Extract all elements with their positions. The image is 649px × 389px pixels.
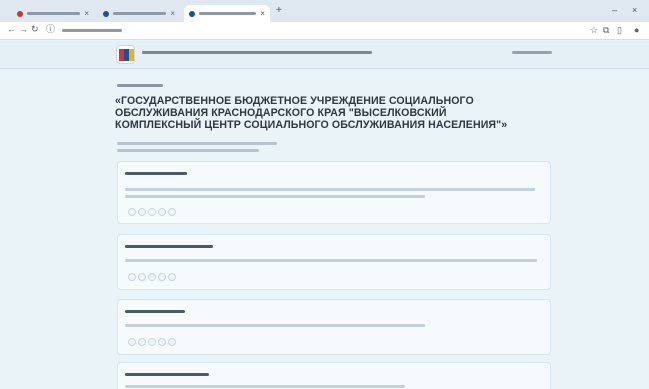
site-header [0, 41, 649, 69]
page-subtitle [117, 84, 163, 87]
header-link[interactable] [512, 51, 552, 54]
star-icon[interactable] [138, 208, 146, 216]
logo-stripe [129, 49, 134, 61]
tab-title [27, 12, 81, 15]
rating-stars[interactable] [128, 338, 176, 346]
extensions-icon[interactable]: ⧉ [603, 26, 609, 35]
url-input[interactable] [62, 29, 122, 32]
site-title [142, 51, 372, 54]
page-note [117, 149, 259, 152]
rating-stars[interactable] [128, 208, 176, 216]
page-note [117, 142, 277, 145]
criterion-description [125, 259, 537, 262]
star-icon[interactable] [148, 338, 156, 346]
back-icon[interactable]: ← [7, 25, 16, 34]
criterion-description [125, 385, 405, 388]
close-icon[interactable]: × [632, 6, 637, 15]
criterion-description-line [125, 195, 425, 198]
star-icon[interactable] [148, 273, 156, 281]
criterion-description [125, 324, 425, 327]
profile-icon[interactable]: ● [634, 26, 639, 35]
star-icon[interactable] [138, 273, 146, 281]
star-icon[interactable] [168, 338, 176, 346]
plus-icon[interactable]: + [276, 6, 282, 16]
criterion-title [125, 310, 185, 313]
tab-title [113, 12, 167, 15]
favicon-icon [189, 10, 195, 17]
criterion-card [117, 299, 551, 355]
close-tab-icon[interactable]: × [260, 9, 265, 18]
star-icon[interactable] [158, 338, 166, 346]
criterion-description [125, 188, 535, 191]
criterion-card [117, 362, 551, 389]
browser-tab[interactable]: × [12, 5, 94, 22]
rating-stars[interactable] [128, 273, 176, 281]
criterion-card [117, 161, 551, 224]
star-icon[interactable] [158, 208, 166, 216]
browser-tab-active[interactable]: × [184, 5, 270, 22]
logo[interactable] [116, 45, 135, 64]
criterion-title [125, 245, 213, 248]
criterion-title [125, 172, 187, 175]
star-icon[interactable] [148, 208, 156, 216]
criterion-card [117, 234, 551, 290]
reload-icon[interactable]: ↻ [31, 25, 39, 34]
star-icon[interactable] [168, 208, 176, 216]
star-icon[interactable] [128, 273, 136, 281]
forward-icon[interactable]: → [19, 25, 28, 34]
bookmark-icon[interactable]: ☆ [590, 26, 598, 35]
favicon-icon [103, 10, 109, 17]
star-icon[interactable] [158, 273, 166, 281]
browser-tab-strip: × × × + – × [0, 0, 649, 22]
close-tab-icon[interactable]: × [170, 9, 175, 18]
address-bar: ← → ↻ ⓘ ☆ ⧉ ▯ ● [0, 22, 649, 40]
star-icon[interactable] [168, 273, 176, 281]
sidebar-icon[interactable]: ▯ [617, 26, 622, 35]
minimize-icon[interactable]: – [612, 6, 617, 15]
star-icon[interactable] [128, 208, 136, 216]
favicon-icon [17, 10, 23, 17]
site-info-icon[interactable]: ⓘ [46, 25, 55, 34]
browser-tab[interactable]: × [98, 5, 180, 22]
close-tab-icon[interactable]: × [84, 9, 89, 18]
star-icon[interactable] [128, 338, 136, 346]
star-icon[interactable] [138, 338, 146, 346]
criterion-title [125, 373, 209, 376]
tab-title [199, 12, 257, 15]
organization-name: «ГОСУДАРСТВЕННОЕ БЮДЖЕТНОЕ УЧРЕЖДЕНИЕ СО… [115, 95, 508, 131]
